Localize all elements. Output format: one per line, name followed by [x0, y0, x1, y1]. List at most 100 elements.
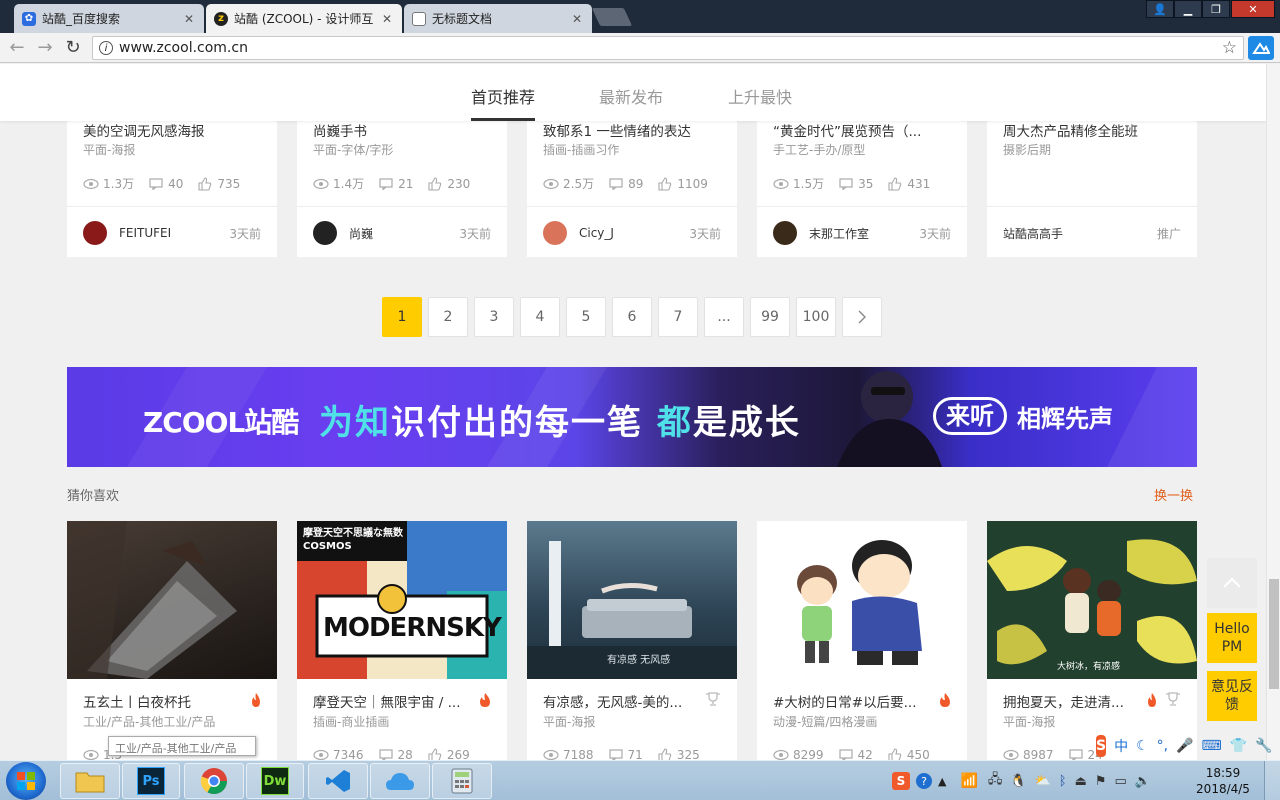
author-name[interactable]: 末那工作室: [809, 225, 869, 242]
page-scrollbar[interactable]: [1266, 64, 1280, 760]
info-icon[interactable]: i: [99, 41, 113, 55]
ime-toolbar[interactable]: S 中 ☾ °, 🎤 ⌨ 👕 🔧: [1096, 734, 1280, 758]
work-category[interactable]: 插画-商业插画: [313, 713, 389, 730]
work-thumbnail[interactable]: 有凉感 无风感: [527, 521, 737, 679]
refresh-link[interactable]: 换一换: [1154, 485, 1193, 504]
work-category[interactable]: 平面-海报: [1003, 713, 1055, 730]
author-name[interactable]: 尚巍: [349, 225, 373, 242]
promoted-card[interactable]: 周大杰产品精修全能班 摄影后期 站酷高高手 推广: [987, 104, 1197, 257]
work-card[interactable]: “黄金时代”展览预告（... 手工艺-手办/原型 1.5万 35 431 末那工…: [757, 104, 967, 257]
recommend-card[interactable]: #大树的日常#以后要... 动漫-短篇/四格漫画 8299 42 450: [757, 521, 967, 760]
work-category[interactable]: 平面-海报: [83, 141, 135, 158]
work-category[interactable]: 摄影后期: [1003, 141, 1051, 158]
page-button[interactable]: 100: [796, 297, 836, 337]
network-app-icon[interactable]: 🖧: [988, 770, 1003, 792]
bluetooth-icon[interactable]: ᛒ: [1059, 774, 1067, 789]
recommend-card[interactable]: 有凉感 无风感 有凉感，无风感-美的... 平面-海报 7188 71 325: [527, 521, 737, 760]
skin-shirt-icon[interactable]: 👕: [1230, 738, 1247, 754]
recommend-card[interactable]: 大树冰，有凉感 拥抱夏天，走进清... 平面-海报 8987 24: [987, 521, 1197, 760]
avatar[interactable]: [313, 221, 337, 245]
work-title[interactable]: #大树的日常#以后要...: [773, 691, 951, 711]
tab-untitled-document[interactable]: 无标题文档 ✕: [404, 4, 592, 33]
extension-cloud-icon[interactable]: [1248, 36, 1274, 60]
work-title[interactable]: 有凉感，无风感-美的...: [543, 691, 721, 711]
page-button[interactable]: 6: [612, 297, 652, 337]
author-info[interactable]: 站酷高高手: [1003, 225, 1063, 242]
page-button[interactable]: 5: [566, 297, 606, 337]
author-name[interactable]: 站酷高高手: [1003, 225, 1063, 242]
tab-recommended[interactable]: 首页推荐: [471, 84, 535, 108]
author-info[interactable]: FEITUFEI: [83, 221, 171, 245]
minimize-button[interactable]: ▁: [1174, 0, 1202, 18]
close-tab-icon[interactable]: ✕: [570, 12, 584, 26]
work-thumbnail[interactable]: 摩登天空不思議な無数COSMOS MODERNSKY: [297, 521, 507, 679]
start-button[interactable]: [6, 762, 46, 800]
work-card[interactable]: 尚巍手书 平面-字体/字形 1.4万 21 230 尚巍 3天前: [297, 104, 507, 257]
author-info[interactable]: Cicy_J: [543, 221, 614, 245]
sogou-icon[interactable]: S: [1096, 735, 1107, 757]
new-tab-button[interactable]: [591, 8, 633, 26]
work-category[interactable]: 平面-字体/字形: [313, 141, 393, 158]
page-button[interactable]: 4: [520, 297, 560, 337]
close-tab-icon[interactable]: ✕: [380, 12, 394, 26]
wrench-icon[interactable]: 🔧: [1255, 738, 1272, 754]
user-icon[interactable]: 👤: [1146, 0, 1174, 18]
page-button[interactable]: 1: [382, 297, 422, 337]
qq-icon[interactable]: 🐧: [1010, 774, 1026, 789]
work-category[interactable]: 插画-插画习作: [543, 141, 619, 158]
author-info[interactable]: 尚巍: [313, 221, 373, 245]
tab-latest[interactable]: 最新发布: [599, 84, 663, 108]
avatar[interactable]: [83, 221, 107, 245]
tab-rising[interactable]: 上升最快: [728, 84, 792, 108]
feedback-button[interactable]: 意见反馈: [1207, 671, 1257, 721]
volume-icon[interactable]: 🔈: [1135, 774, 1151, 789]
punctuation-icon[interactable]: °,: [1157, 738, 1168, 754]
wifi-icon[interactable]: 📶: [960, 773, 977, 789]
recommend-card[interactable]: 五玄土丨白夜杯托 工业/产品-其他工业/产品 1.5: [67, 521, 277, 760]
address-bar[interactable]: i www.zcool.com.cn ☆: [92, 36, 1244, 60]
work-title[interactable]: 尚巍手书: [313, 120, 491, 140]
page-button[interactable]: 99: [750, 297, 790, 337]
vscode-taskbar-button[interactable]: [308, 763, 368, 799]
avatar[interactable]: [773, 221, 797, 245]
help-icon[interactable]: ?: [916, 773, 932, 789]
work-thumbnail[interactable]: 大树冰，有凉感: [987, 521, 1197, 679]
safely-remove-icon[interactable]: ⏏: [1075, 774, 1087, 789]
work-thumbnail[interactable]: [757, 521, 967, 679]
close-tab-icon[interactable]: ✕: [182, 12, 196, 26]
back-button[interactable]: ←: [6, 37, 28, 59]
forward-button[interactable]: →: [34, 37, 56, 59]
tab-baidu-search[interactable]: ✿ 站酷_百度搜索 ✕: [14, 4, 204, 33]
taskbar-clock[interactable]: 18:59 2018/4/5: [1192, 765, 1254, 797]
window-close-button[interactable]: ✕: [1231, 0, 1275, 18]
work-category[interactable]: 平面-海报: [543, 713, 595, 730]
restore-button[interactable]: ❐: [1202, 0, 1230, 18]
page-button[interactable]: 7: [658, 297, 698, 337]
scrollbar-thumb[interactable]: [1269, 579, 1279, 689]
promo-banner[interactable]: ZCOOL站酷 为知识付出的每一笔 都是成长 来听 相辉先声: [67, 367, 1197, 467]
cloud-app-taskbar-button[interactable]: [370, 763, 430, 799]
work-thumbnail[interactable]: [67, 521, 277, 679]
tab-zcool[interactable]: z 站酷 (ZCOOL) - 设计师互 ✕: [206, 4, 402, 33]
microphone-icon[interactable]: 🎤: [1176, 738, 1193, 754]
keyboard-icon[interactable]: ⌨: [1202, 738, 1222, 754]
photoshop-taskbar-button[interactable]: Ps: [122, 763, 180, 799]
calculator-taskbar-button[interactable]: [432, 763, 492, 799]
chrome-taskbar-button[interactable]: [184, 763, 244, 799]
work-title[interactable]: 致郁系1 一些情绪的表达: [543, 120, 721, 140]
file-explorer-taskbar-button[interactable]: [60, 763, 120, 799]
work-title[interactable]: “黄金时代”展览预告（...: [773, 120, 951, 140]
weather-icon[interactable]: ⛅: [1035, 774, 1051, 789]
author-info[interactable]: 末那工作室: [773, 221, 869, 245]
author-name[interactable]: Cicy_J: [579, 226, 614, 240]
work-category[interactable]: 动漫-短篇/四格漫画: [773, 713, 877, 730]
moon-icon[interactable]: ☾: [1136, 738, 1149, 754]
show-hidden-icons[interactable]: ▲: [938, 775, 946, 788]
work-category[interactable]: 工业/产品-其他工业/产品: [83, 713, 215, 730]
work-category[interactable]: 手工艺-手办/原型: [773, 141, 865, 158]
recommend-card[interactable]: 摩登天空不思議な無数COSMOS MODERNSKY 摩登天空｜無限宇宙 / .…: [297, 521, 507, 760]
reload-button[interactable]: ↻: [62, 37, 84, 59]
work-title[interactable]: 五玄土丨白夜杯托: [83, 691, 261, 711]
page-button[interactable]: 2: [428, 297, 468, 337]
work-title[interactable]: 周大杰产品精修全能班: [1003, 120, 1181, 140]
